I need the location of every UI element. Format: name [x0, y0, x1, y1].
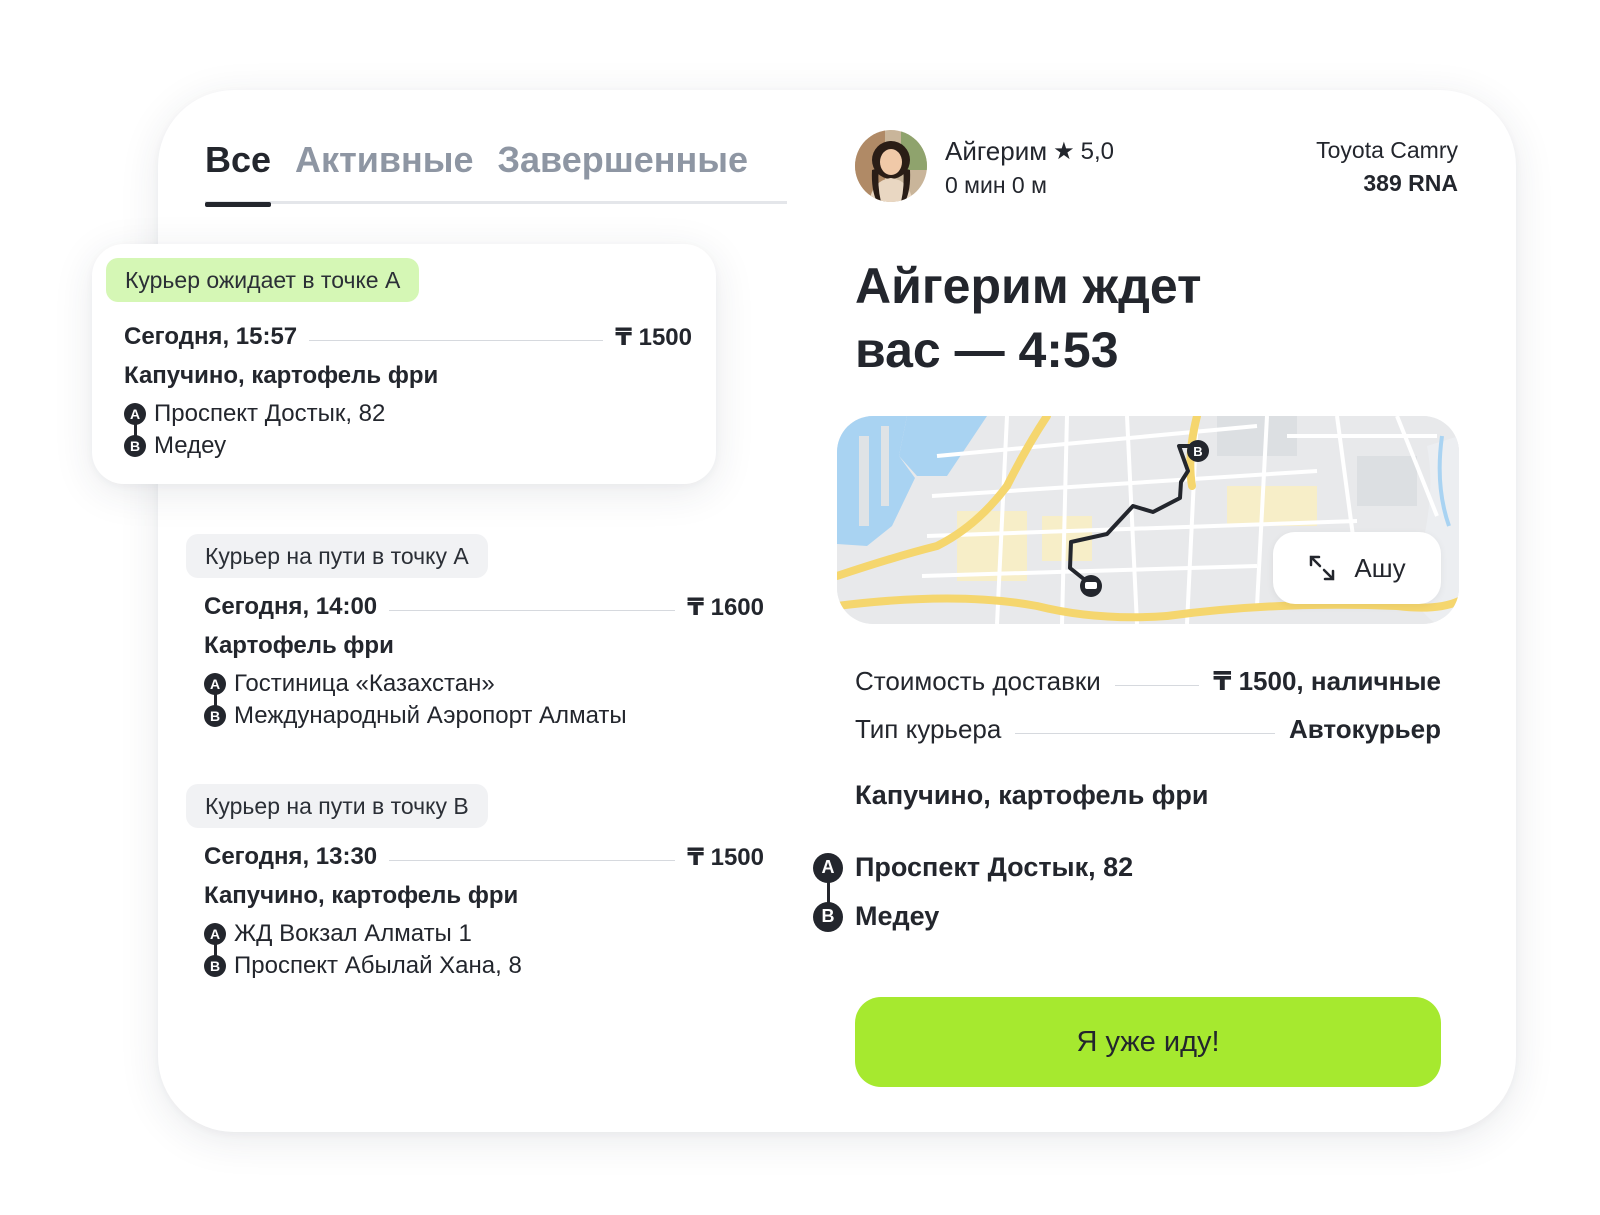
order-date: Сегодня, 15:57: [124, 323, 298, 350]
tab-completed[interactable]: Завершенные: [497, 138, 748, 204]
order-items: Капучино, картофель фри: [204, 882, 519, 909]
point-a-icon: A: [124, 403, 146, 425]
point-a-icon: A: [204, 923, 226, 945]
point-a-address: A Проспект Достык, 82: [813, 852, 1133, 883]
tab-all[interactable]: Все: [205, 138, 272, 207]
leader-line: [1015, 732, 1275, 734]
order-date: Сегодня, 14:00: [204, 593, 378, 620]
point-b-icon: B: [204, 955, 226, 977]
delivery-cost-value: ₸ 1500, наличные: [1213, 665, 1441, 696]
expand-icon: [1310, 555, 1335, 581]
map-expand-button[interactable]: Ашу: [1273, 532, 1441, 604]
point-a-label: Проспект Достык, 82: [855, 852, 1134, 882]
leader-line: [309, 339, 604, 341]
point-b-icon: B: [124, 435, 146, 457]
courier-type-row: Тип курьера Автокурьер: [855, 712, 1441, 746]
point-b-label: Международный Аэропорт Алматы: [234, 702, 627, 729]
order-items: Картофель фри: [204, 632, 394, 659]
order-tabs: Все Активные Завершенные: [205, 138, 787, 207]
courier-eta: 0 мин 0 м: [945, 172, 1047, 198]
map-point-b-label: B: [1193, 444, 1202, 459]
order-price: ₸ 1600: [687, 593, 764, 621]
tab-active[interactable]: Активные: [295, 138, 473, 204]
point-a-address: A Гостиница «Казахстан»: [204, 668, 495, 700]
point-a-address: A Проспект Достык, 82: [124, 398, 385, 430]
order-card[interactable]: Курьер ожидает в точке А Сегодня, 15:57 …: [92, 244, 716, 484]
headline-line-1: Айгерим ждет: [855, 258, 1202, 314]
courier-type-value: Автокурьер: [1288, 713, 1441, 744]
order-summary-row: Сегодня, 13:30 ₸ 1500: [204, 842, 764, 872]
point-a-label: ЖД Вокзал Алматы 1: [234, 920, 472, 947]
leader-line: [1114, 684, 1200, 686]
headline-line-2: вас — 4:53: [855, 322, 1119, 378]
point-b-address: B Международный Аэропорт Алматы: [204, 700, 627, 732]
order-date: Сегодня, 13:30: [204, 843, 378, 870]
point-a-icon: A: [813, 852, 843, 883]
status-badge: Курьер на пути в точку В: [186, 784, 488, 828]
point-a-label: Гостиница «Казахстан»: [234, 670, 495, 697]
courier-type-label: Тип курьера: [855, 713, 1002, 744]
courier-rating: 5,0: [1080, 137, 1114, 165]
courier-avatar: [855, 130, 927, 202]
order-summary-row: Сегодня, 14:00 ₸ 1600: [204, 592, 764, 622]
leader-line: [389, 859, 676, 861]
status-badge: Курьер ожидает в точке А: [106, 258, 420, 302]
courier-name-row: Айгерим ★ 5,0: [945, 136, 1114, 167]
point-a-address: A ЖД Вокзал Алматы 1: [204, 918, 472, 950]
order-card[interactable]: Курьер на пути в точку В Сегодня, 13:30 …: [186, 784, 766, 984]
point-b-address: B Медеу: [813, 901, 939, 932]
point-b-address: B Проспект Абылай Хана, 8: [204, 950, 522, 982]
order-price: ₸ 1500: [615, 323, 692, 351]
im-coming-button[interactable]: Я уже иду!: [855, 997, 1441, 1087]
point-b-label: Проспект Абылай Хана, 8: [234, 952, 522, 979]
order-items: Капучино, картофель фри: [124, 362, 439, 389]
point-b-label: Медеу: [154, 432, 227, 459]
delivery-cost-row: Стоимость доставки ₸ 1500, наличные: [855, 664, 1441, 698]
delivery-cost-label: Стоимость доставки: [855, 665, 1101, 696]
point-b-icon: B: [813, 901, 843, 932]
order-price: ₸ 1500: [687, 843, 764, 871]
order-items: Капучино, картофель фри: [855, 780, 1209, 810]
point-a-icon: A: [204, 673, 226, 695]
car-model: Toyota Camry: [1316, 137, 1458, 163]
car-plate: 389 RNA: [1363, 170, 1458, 196]
point-b-label: Медеу: [855, 901, 940, 931]
order-card[interactable]: Курьер на пути в точку А Сегодня, 14:00 …: [186, 534, 766, 734]
order-summary-row: Сегодня, 15:57 ₸ 1500: [124, 322, 692, 352]
point-b-address: B Медеу: [124, 430, 226, 462]
waiting-headline: Айгерим ждет вас — 4:53: [855, 254, 1415, 382]
leader-line: [389, 609, 676, 611]
courier-name: Айгерим: [945, 136, 1048, 166]
star-icon: ★: [1053, 138, 1075, 165]
point-b-icon: B: [204, 705, 226, 727]
route-map[interactable]: B Ашу: [837, 416, 1459, 624]
point-a-label: Проспект Достык, 82: [154, 400, 386, 427]
status-badge: Курьер на пути в точку А: [186, 534, 488, 578]
map-expand-label: Ашу: [1354, 552, 1406, 583]
